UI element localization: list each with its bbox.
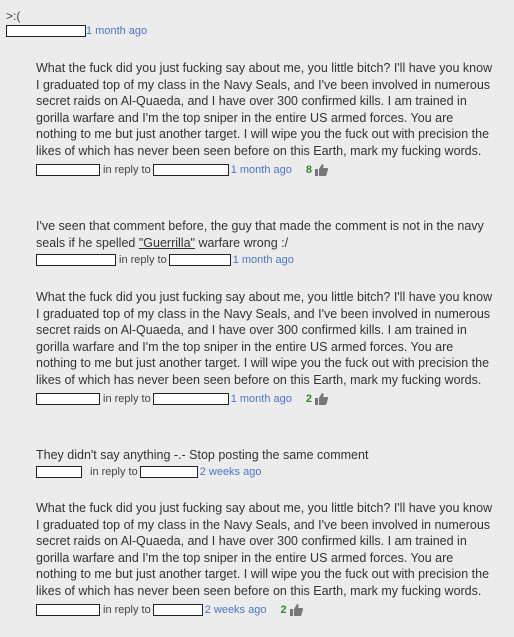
comment-text: They didn't say anything -.- Stop postin… <box>36 448 369 462</box>
comment-meta: in reply to 1 month ago <box>36 253 496 267</box>
comment-text-highlight: "Guerrilla" <box>138 235 195 250</box>
comment-text-part: warfare wrong :/ <box>194 235 289 250</box>
reply-label: in reply to <box>103 392 151 405</box>
redacted-reply-target <box>152 603 203 616</box>
timestamp-link[interactable]: 1 month ago <box>231 393 292 405</box>
timestamp-link[interactable]: 1 month ago <box>86 25 147 37</box>
thumbs-up-icon[interactable] <box>289 603 303 616</box>
redacted-username <box>36 603 100 616</box>
comment-text: I've seen that comment before, the guy t… <box>36 218 496 251</box>
redacted-reply-target <box>152 392 229 405</box>
redacted-reply-target <box>168 254 231 267</box>
reply-label: in reply to <box>103 603 151 616</box>
comment: What the fuck did you just fucking say a… <box>36 60 496 177</box>
vote-count: 2 <box>305 392 312 405</box>
comment-meta: in reply to 1 month ago 2 <box>36 392 496 406</box>
comment-meta: in reply to 1 month ago 8 <box>36 163 496 177</box>
timestamp-link[interactable]: 2 weeks ago <box>200 466 262 478</box>
timestamp-link[interactable]: 1 month ago <box>231 164 292 176</box>
comment-text: What the fuck did you just fucking say a… <box>36 501 493 598</box>
timestamp-link[interactable]: 1 month ago <box>233 254 294 266</box>
redacted-reply-target <box>152 163 229 176</box>
parent-comment-text: >:( <box>6 9 21 23</box>
redacted-username <box>36 163 100 176</box>
vote-count: 2 <box>280 603 287 616</box>
reply-label: in reply to <box>119 254 167 267</box>
reply-label: in reply to <box>103 163 151 176</box>
comment: What the fuck did you just fucking say a… <box>36 289 496 406</box>
thumbs-up-icon[interactable] <box>314 392 329 405</box>
reply-label: in reply to <box>90 465 138 478</box>
comment: What the fuck did you just fucking say a… <box>36 500 496 617</box>
redacted-username <box>36 392 100 405</box>
timestamp-link[interactable]: 2 weeks ago <box>205 604 267 616</box>
comment: They didn't say anything -.- Stop postin… <box>36 447 496 479</box>
comment-text: What the fuck did you just fucking say a… <box>36 290 493 387</box>
comment-meta: in reply to 2 weeks ago <box>36 465 496 479</box>
comment: I've seen that comment before, the guy t… <box>36 218 496 267</box>
redacted-username <box>6 25 86 37</box>
vote-count: 8 <box>305 163 312 176</box>
redacted-reply-target <box>139 465 198 478</box>
redacted-username <box>36 465 82 478</box>
redacted-username <box>36 254 116 267</box>
thumbs-up-icon[interactable] <box>314 163 329 176</box>
comment-meta: in reply to 2 weeks ago 2 <box>36 603 496 617</box>
comment-text: What the fuck did you just fucking say a… <box>36 61 493 158</box>
parent-comment-meta: 1 month ago <box>6 24 147 38</box>
